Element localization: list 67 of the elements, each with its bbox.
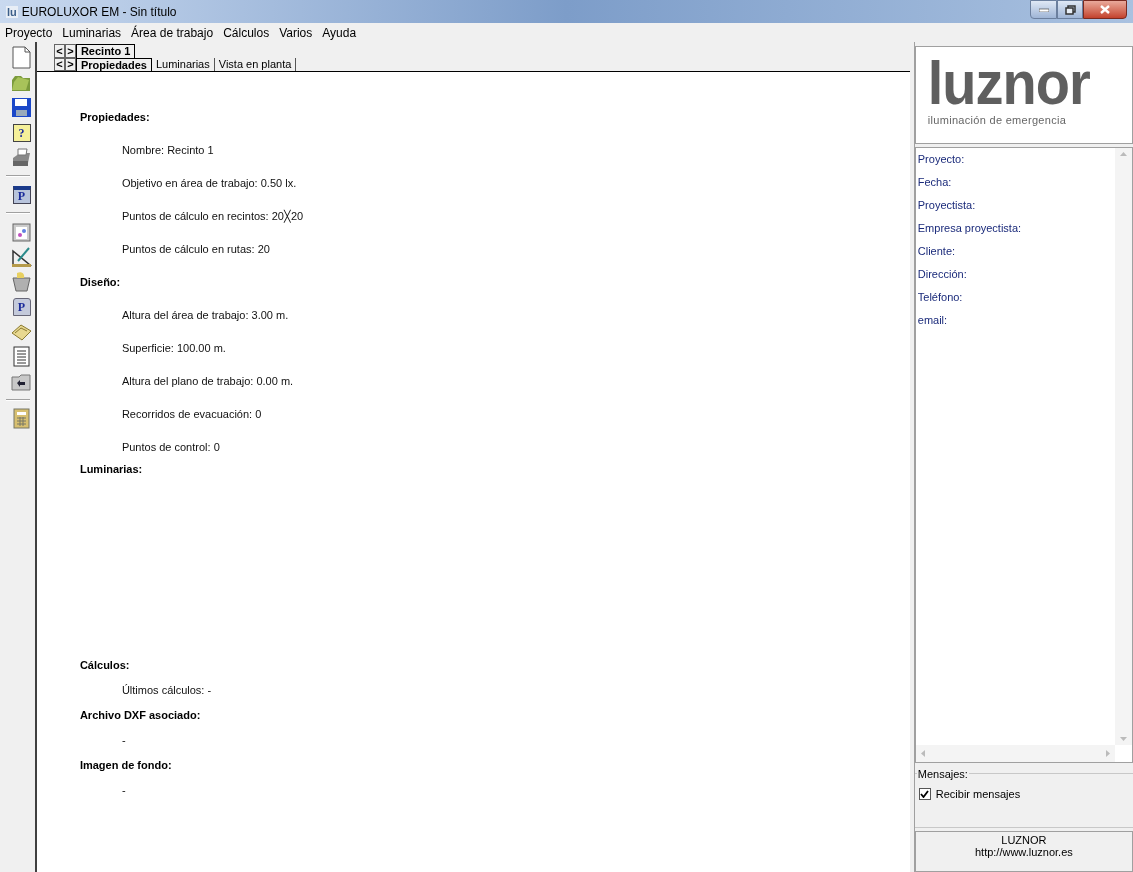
menu-item[interactable]: Proyecto xyxy=(5,23,53,42)
property-text: - xyxy=(121,783,126,799)
property-text: Superficie: 100.00 m. xyxy=(121,341,226,357)
section-heading: Imagen de fondo: xyxy=(79,758,172,774)
menu-item[interactable]: Luminarias xyxy=(62,23,122,42)
bin-icon[interactable] xyxy=(10,270,33,293)
scroll-right-icon xyxy=(1106,750,1110,757)
company-name: LUZNOR xyxy=(1001,834,1047,846)
menu-item[interactable]: Varios xyxy=(279,23,313,42)
drafting-icon[interactable] xyxy=(10,245,33,268)
section-heading: Propiedades: xyxy=(79,110,150,126)
close-icon xyxy=(1100,5,1110,14)
save-icon[interactable] xyxy=(10,96,33,119)
scroll-down-icon xyxy=(1120,737,1127,741)
scroll-left-icon xyxy=(920,750,925,757)
section-heading: Cálculos: xyxy=(79,658,130,674)
nav-arrow-button[interactable]: > xyxy=(64,44,76,58)
vertical-scrollbar[interactable] xyxy=(1115,148,1132,745)
printer-icon[interactable] xyxy=(10,146,33,169)
property-text: Altura del área de trabajo: 3.00 m. xyxy=(121,308,289,324)
field-label: Teléfono: xyxy=(917,290,963,306)
window-title: EUROLUXOR EM - Sin título xyxy=(21,3,177,21)
property-text: Puntos de cálculo en rutas: 20 xyxy=(121,242,270,258)
field-label: Proyectista: xyxy=(917,198,976,214)
close-button[interactable] xyxy=(1083,0,1127,19)
property-text: Últimos cálculos: - xyxy=(121,683,212,699)
property-text: Recorridos de evacuación: 0 xyxy=(121,407,262,423)
field-label: Dirección: xyxy=(917,267,967,283)
app-icon: lu xyxy=(6,5,18,18)
nav-arrow-button[interactable]: < xyxy=(53,58,65,71)
horizontal-scrollbar[interactable] xyxy=(915,745,1115,762)
menu-item[interactable]: Ayuda xyxy=(322,23,357,42)
menu-item[interactable]: Área de trabajo xyxy=(131,23,214,42)
help-icon[interactable]: ? xyxy=(10,121,33,144)
restore-icon xyxy=(1064,4,1076,15)
report-icon[interactable] xyxy=(10,220,33,243)
field-label: Cliente: xyxy=(917,244,956,260)
section-heading: Archivo DXF asociado: xyxy=(79,708,201,724)
section-heading: Luminarias: xyxy=(79,462,143,478)
property-text: Altura del plano de trabajo: 0.00 m. xyxy=(121,374,294,390)
website-url: http://www.luznor.es xyxy=(974,846,1073,858)
field-label: Fecha: xyxy=(917,175,952,191)
nav-arrow-button[interactable]: > xyxy=(64,58,76,71)
field-label: email: xyxy=(917,313,948,329)
document-icon[interactable] xyxy=(10,46,33,69)
folder-icon[interactable]: P xyxy=(10,295,33,318)
logo: luznor xyxy=(927,57,1091,108)
calculator-icon[interactable] xyxy=(10,407,33,430)
property-text: - xyxy=(121,733,126,749)
minimize-icon xyxy=(1038,7,1049,12)
logo-tagline: iluminación de emergencia xyxy=(927,112,1068,128)
tab[interactable]: Propiedades xyxy=(75,58,152,71)
checkbox[interactable] xyxy=(918,788,931,801)
scroll-up-icon xyxy=(1120,152,1127,156)
property-text: Puntos de cálculo en recintos: 20╳20 xyxy=(121,208,304,225)
checkbox-label[interactable]: Recibir mensajes xyxy=(935,786,1021,803)
window-icon[interactable]: P xyxy=(10,183,33,206)
property-text: Objetivo en área de trabajo: 0.50 lx. xyxy=(121,176,297,192)
field-label: Proyecto: xyxy=(917,152,965,168)
section-heading: Diseño: xyxy=(79,275,121,291)
nav-arrow-button[interactable]: < xyxy=(53,44,65,58)
property-text: Puntos de control: 0 xyxy=(121,440,220,453)
tab[interactable]: Recinto 1 xyxy=(75,44,136,58)
maximize-button[interactable] xyxy=(1057,0,1083,19)
field-label: Empresa proyectista: xyxy=(917,221,1022,237)
menu-item[interactable]: Cálculos xyxy=(223,23,270,42)
property-text: Nombre: Recinto 1 xyxy=(121,143,214,159)
